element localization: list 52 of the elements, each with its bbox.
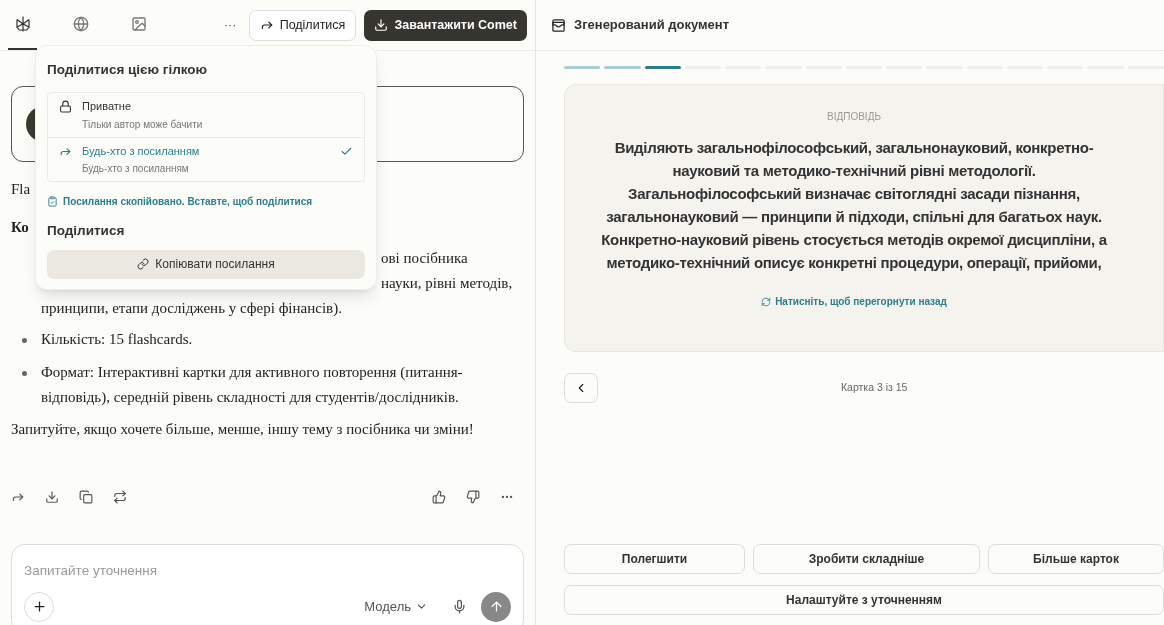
thumbs-down-icon[interactable]: [466, 490, 480, 504]
link-icon: [137, 258, 150, 270]
copied-notice: Посилання скопійовано. Вставте, щоб поділитися: [63, 195, 313, 210]
share-button[interactable]: Поділитися: [248, 9, 357, 41]
question-field[interactable]: Запитайте уточнення: [24, 561, 511, 582]
card-answer-text: Виділяють загальнофілософський, загальнонауковий, конкретно-науковий та методико-технічний рівні методології. Загальнофілософський визначає світоглядні засади пізнання, загальнонауковий — принципи й підходи, спільні для багатьох наук. Конкретно-науковий рівень стосується методів окремої дисципліни, а методико-технічний описує конкретні процедури, операції, прийоми,: [600, 138, 1108, 273]
thumbs-up-icon[interactable]: [432, 490, 446, 504]
download-button[interactable]: Завантажити Comet: [364, 9, 527, 41]
option-description: Будь-хто з посиланням: [82, 162, 190, 177]
flashcard[interactable]: [564, 84, 1164, 352]
card-counter: Картка 3 із 15: [841, 380, 908, 396]
flip-icon: [761, 296, 772, 307]
share-heading: Поділитися: [47, 222, 126, 241]
plus-icon: [31, 599, 47, 614]
list-item-text: науки, рівні методів,: [381, 274, 513, 293]
model-selector[interactable]: Модель: [364, 596, 428, 617]
send-button[interactable]: [481, 591, 511, 622]
refine-button[interactable]: Налаштуйте з уточненням: [564, 585, 1164, 615]
share-arrow-icon[interactable]: [11, 490, 25, 504]
repeat-icon[interactable]: [113, 490, 127, 504]
asterisk-logo-icon: [13, 15, 32, 33]
copy-icon[interactable]: [79, 490, 93, 504]
paragraph-text: Запитуйте, якщо хочете більше, менше, іншу тему з посібника чи зміни!: [11, 420, 475, 439]
option-description: Тільки автор може бачити: [82, 117, 203, 132]
follow-up-input[interactable]: Запитайте уточнення Модель: [11, 544, 524, 625]
lock-icon: [59, 100, 72, 114]
popover-title: Поділитися цією гілкою: [47, 61, 209, 79]
microphone-icon[interactable]: [452, 599, 467, 614]
flip-hint: Натисніть, щоб перегорнути назад: [775, 295, 947, 309]
option-label: Приватне: [82, 99, 132, 115]
globe-icon: [72, 16, 89, 32]
list-item-text: Формат: Інтерактивні картки для активного повторення (питання-відповідь), середній рівень складності для студентів/дослідників.: [41, 364, 463, 405]
download-icon[interactable]: [45, 490, 59, 504]
list-item-text: принципи, етапи досліджень у сфері фінансів).: [40, 299, 343, 318]
download-icon: [374, 18, 389, 32]
share-arrow-icon: [259, 18, 274, 32]
list-item-text: Кількість: 15 flashcards.: [41, 331, 193, 347]
visibility-option[interactable]: Будь-хто з посиланням Будь-хто з посиланням: [48, 136, 364, 182]
image-icon: [130, 16, 147, 32]
copy-link-button[interactable]: Копіювати посилання: [47, 249, 365, 279]
more-options-button[interactable]: ···: [223, 15, 237, 35]
visibility-option[interactable]: Приватне Тільки автор може бачити: [48, 93, 364, 137]
paragraph-text: Fla: [11, 180, 31, 199]
option-label: Будь-хто з посиланням: [82, 143, 200, 159]
list-item-text: ові посібника: [381, 249, 468, 268]
card-action-button[interactable]: Більше карток: [988, 544, 1164, 574]
card-side-label: ВІДПОВІДЬ: [827, 110, 881, 124]
section-heading: Ко: [11, 218, 29, 237]
card-action-button[interactable]: Зробити складніше: [753, 544, 980, 574]
panel-title: Згенерований документ: [574, 16, 730, 35]
clipboard-check-icon: [47, 196, 58, 208]
card-action-button[interactable]: Полегшити: [564, 544, 745, 574]
